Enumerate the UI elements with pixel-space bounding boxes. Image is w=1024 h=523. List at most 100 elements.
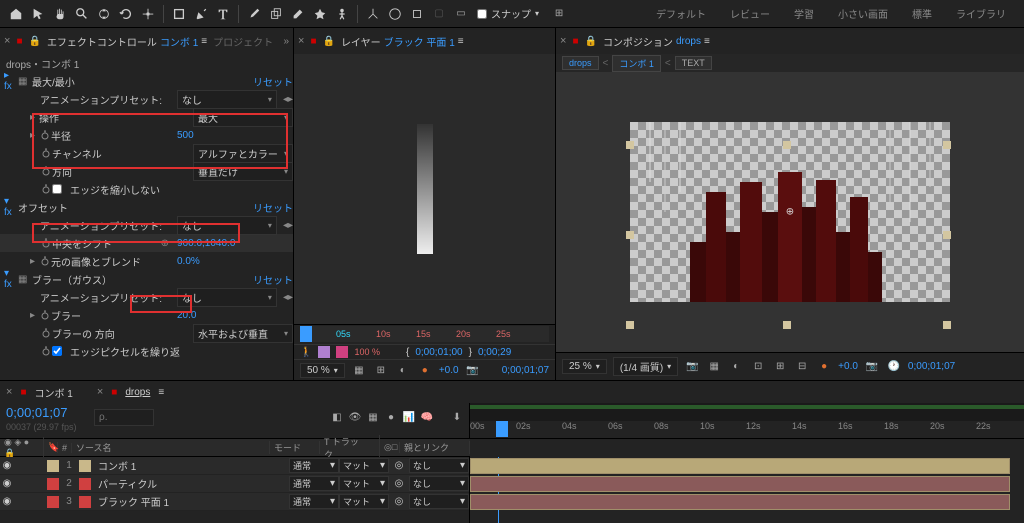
blend-mode-dropdown[interactable]: 通常▾ bbox=[289, 494, 339, 509]
world-axis-icon[interactable] bbox=[385, 4, 405, 24]
hand-tool-icon[interactable] bbox=[50, 4, 70, 24]
reset-link[interactable]: リセット bbox=[253, 200, 293, 215]
mini-timeline[interactable]: 05s 10s 15s 20s 25s bbox=[300, 326, 549, 342]
stopwatch-icon[interactable] bbox=[40, 237, 52, 249]
stopwatch-icon[interactable] bbox=[39, 309, 51, 321]
panel-menu-icon[interactable]: » bbox=[283, 36, 289, 47]
playhead-icon[interactable] bbox=[496, 421, 508, 437]
time-icon[interactable]: 🕐 bbox=[886, 359, 902, 375]
selection-handle[interactable] bbox=[943, 141, 951, 149]
mask-icon[interactable]: ◐ bbox=[728, 359, 744, 375]
visibility-icon[interactable]: ◉ bbox=[0, 478, 14, 489]
box-tool-icon[interactable]: ▢ bbox=[429, 4, 449, 24]
roto-tool-icon[interactable] bbox=[310, 4, 330, 24]
tl-frame-blend-icon[interactable]: ▦ bbox=[365, 410, 381, 426]
text-tool-icon[interactable] bbox=[213, 4, 233, 24]
blur-amount-value[interactable]: 20.0 bbox=[173, 310, 293, 321]
shift-value[interactable]: 960.0,1040.0 bbox=[173, 238, 293, 249]
layer-name[interactable]: コンボ 1 bbox=[94, 458, 289, 473]
timeline-bars-area[interactable] bbox=[470, 457, 1024, 523]
layer-tab[interactable]: レイヤー ブラック 平面 1 ≡ bbox=[341, 34, 464, 49]
pen-tool-icon[interactable] bbox=[191, 4, 211, 24]
selection-tool-icon[interactable] bbox=[28, 4, 48, 24]
ws-standard[interactable]: 標準 bbox=[900, 2, 944, 25]
radius-value[interactable]: 500 bbox=[173, 130, 293, 141]
comp-tab[interactable]: コンポジション drops ≡ bbox=[603, 34, 710, 49]
preset-dropdown[interactable]: なし▾ bbox=[177, 288, 277, 307]
layer-name[interactable]: ブラック 平面 1 bbox=[94, 494, 289, 509]
ws-library[interactable]: ライブラリ bbox=[944, 2, 1018, 25]
parent-dropdown[interactable]: なし▾ bbox=[409, 476, 469, 491]
camera-icon[interactable]: 📷 bbox=[684, 359, 700, 375]
view-axis-icon[interactable] bbox=[407, 4, 427, 24]
stopwatch-icon[interactable] bbox=[40, 147, 52, 159]
col-mode[interactable]: モード bbox=[270, 441, 320, 454]
close-tab-icon[interactable]: × bbox=[6, 386, 12, 398]
next-preset-icon[interactable]: ▸ bbox=[288, 94, 293, 105]
stopwatch-icon[interactable] bbox=[40, 165, 52, 177]
next-preset-icon[interactable]: ▸ bbox=[288, 292, 293, 303]
effect-blur[interactable]: ブラー（ガウス） bbox=[32, 272, 253, 287]
anchor-icon[interactable]: ⊕ bbox=[786, 207, 794, 218]
track-matte-dropdown[interactable]: マット▾ bbox=[339, 494, 389, 509]
stopwatch-icon[interactable] bbox=[39, 255, 51, 267]
close-tab-icon[interactable]: × bbox=[298, 35, 304, 47]
zoom-tool-icon[interactable] bbox=[72, 4, 92, 24]
layer-name[interactable]: パーティクル bbox=[94, 476, 289, 491]
timeline-layer-row[interactable]: ◉2パーティクル通常▾マット▾◎なし▾ bbox=[0, 475, 469, 493]
pickwhip-icon[interactable]: ◎ bbox=[389, 460, 409, 471]
pickwhip-icon[interactable]: ◎ bbox=[389, 478, 409, 489]
work-area-bar[interactable] bbox=[470, 405, 1024, 409]
close-tab-icon[interactable]: × bbox=[560, 35, 566, 47]
ws-default[interactable]: デフォルト bbox=[644, 2, 718, 25]
timeline-layer-row[interactable]: ◉3ブラック 平面 1通常▾マット▾◎なし▾ bbox=[0, 493, 469, 511]
in-bracket-icon[interactable]: { bbox=[406, 347, 409, 358]
blend-value[interactable]: 0.0% bbox=[173, 256, 293, 267]
track-matte-dropdown[interactable]: マット▾ bbox=[339, 458, 389, 473]
tl-shy-icon[interactable]: 👁 bbox=[347, 410, 363, 426]
transparency-icon[interactable]: ▦ bbox=[706, 359, 722, 375]
frame-tool-icon[interactable]: ▭ bbox=[451, 4, 471, 24]
res-icon[interactable]: ▦ bbox=[351, 362, 367, 378]
out-bracket-icon[interactable]: } bbox=[469, 347, 472, 358]
preset-dropdown[interactable]: なし▾ bbox=[177, 90, 277, 109]
close-tab-icon[interactable]: × bbox=[4, 35, 10, 47]
stopwatch-icon[interactable] bbox=[40, 183, 52, 195]
parent-dropdown[interactable]: なし▾ bbox=[409, 494, 469, 509]
brush-tool-icon[interactable] bbox=[244, 4, 264, 24]
tl-brain-icon[interactable]: 🧠 bbox=[419, 410, 435, 426]
playhead-icon[interactable] bbox=[300, 326, 312, 342]
color-icon[interactable] bbox=[336, 346, 348, 358]
effect-minmax[interactable]: 最大/最小 bbox=[32, 74, 253, 89]
region-icon[interactable]: ⊡ bbox=[750, 359, 766, 375]
next-preset-icon[interactable]: ▸ bbox=[288, 220, 293, 231]
crosshair-icon[interactable]: ⊕ bbox=[161, 238, 169, 249]
clone-tool-icon[interactable] bbox=[266, 4, 286, 24]
timeline-timecode[interactable]: 0;00;01;07 bbox=[0, 403, 90, 422]
eraser-tool-icon[interactable] bbox=[288, 4, 308, 24]
effect-controls-tab[interactable]: エフェクトコントロール コンボ 1 ≡ bbox=[47, 34, 207, 49]
stopwatch-icon[interactable] bbox=[40, 327, 52, 339]
tl-motion-blur-icon[interactable]: ● bbox=[383, 410, 399, 426]
quality-dropdown[interactable]: (1/4 画質)▾ bbox=[613, 357, 678, 376]
col-source[interactable]: ソース名 bbox=[72, 441, 270, 454]
bc-text[interactable]: TEXT bbox=[675, 56, 712, 70]
fx-toggle-icon[interactable]: ▸ fx bbox=[4, 72, 18, 92]
zoom-dropdown[interactable]: 50 %▾ bbox=[300, 363, 345, 378]
stopwatch-icon[interactable] bbox=[39, 129, 51, 141]
alpha-icon[interactable] bbox=[318, 346, 330, 358]
layer-color[interactable] bbox=[47, 460, 59, 472]
preset-dropdown[interactable]: なし▾ bbox=[177, 216, 277, 235]
anchor-tool-icon[interactable] bbox=[138, 4, 158, 24]
layer-color[interactable] bbox=[47, 496, 59, 508]
blur-dir-dropdown[interactable]: 水平および垂直▾ bbox=[193, 324, 293, 343]
rect-tool-icon[interactable] bbox=[169, 4, 189, 24]
puppet-tool-icon[interactable] bbox=[332, 4, 352, 24]
snap-checkbox[interactable]: スナップ▾ bbox=[477, 6, 539, 21]
tl-tab-drops[interactable]: drops bbox=[125, 387, 150, 398]
fx-toggle-icon[interactable]: ▾ fx bbox=[4, 196, 18, 218]
selection-handle[interactable] bbox=[626, 321, 634, 329]
orbit-tool-icon[interactable] bbox=[94, 4, 114, 24]
ws-learn[interactable]: 学習 bbox=[782, 2, 826, 25]
camera-icon[interactable]: 📷 bbox=[465, 362, 481, 378]
